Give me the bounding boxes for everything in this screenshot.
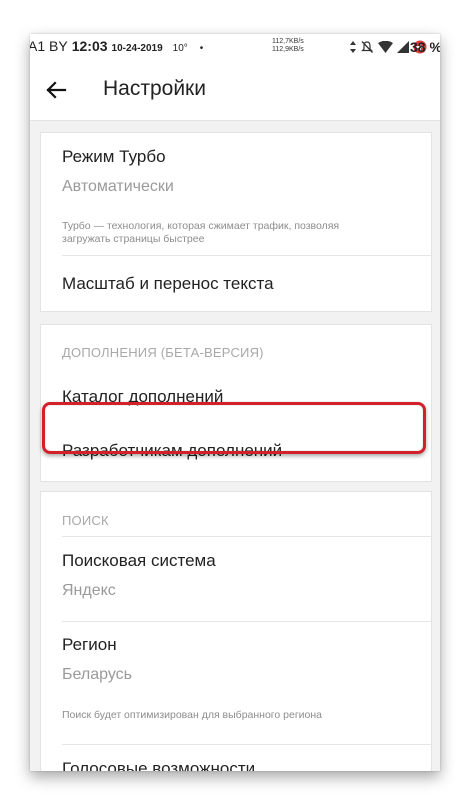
network-speed-down: 112,9KB/s: [272, 46, 304, 53]
status-temperature: 10°: [172, 43, 188, 54]
addons-section-header: ДОПОЛНЕНИЯ (БЕТА-ВЕРСИЯ): [62, 345, 264, 360]
status-time: 12:03: [71, 38, 108, 54]
voice-features-title: Голосовые возможности: [62, 759, 256, 771]
phone-screen: A1 BY 12:03 10-24-2019 10° • 112,7KB/s 1…: [30, 34, 440, 771]
battery-percent: 38 %: [410, 39, 440, 55]
status-dot: •: [199, 43, 204, 54]
app-bar: Настройки: [30, 60, 440, 121]
text-scale-item[interactable]: Масштаб и перенос текста: [41, 256, 431, 311]
carrier-name: A1 BY: [30, 38, 68, 54]
turbo-mode-item[interactable]: Режим Турбо Автоматически Турбо — технол…: [41, 133, 431, 255]
search-engine-item[interactable]: Поисковая система Яндекс: [41, 537, 431, 621]
voice-features-item[interactable]: Голосовые возможности: [41, 745, 431, 771]
turbo-mode-value: Автоматически: [62, 178, 174, 195]
region-hint: Поиск будет оптимизирован для выбранного…: [62, 709, 323, 721]
turbo-mode-title: Режим Турбо: [62, 147, 166, 166]
mute-bell-icon: [361, 41, 373, 53]
search-section-header: ПОИСК: [62, 513, 109, 528]
region-title: Регион: [62, 635, 117, 654]
search-engine-value: Яндекс: [62, 582, 116, 599]
region-item[interactable]: Регион Беларусь Поиск будет оптимизирова…: [41, 622, 431, 744]
network-speed-up: 112,7KB/s: [272, 38, 304, 45]
highlight-frame: [42, 402, 426, 454]
region-value: Беларусь: [62, 666, 132, 683]
status-date: 10-24-2019: [111, 43, 163, 54]
text-scale-title: Масштаб и перенос текста: [62, 274, 274, 293]
arrow-left-icon[interactable]: [42, 76, 70, 104]
signal-icon: [397, 41, 409, 53]
speed-arrows-icon: [350, 41, 356, 53]
status-bar: A1 BY 12:03 10-24-2019 10° • 112,7KB/s 1…: [30, 34, 440, 60]
network-speed: 112,7KB/s 112,9KB/s: [272, 38, 304, 54]
wifi-icon: [378, 41, 393, 53]
turbo-settings-card: Режим Турбо Автоматически Турбо — технол…: [40, 132, 432, 312]
turbo-mode-hint: Турбо — технология, которая сжимает траф…: [62, 220, 340, 245]
search-settings-card: ПОИСК Поисковая система Яндекс Регион Бе…: [40, 491, 432, 771]
page-title: Настройки: [103, 77, 206, 100]
search-engine-title: Поисковая система: [62, 551, 216, 570]
